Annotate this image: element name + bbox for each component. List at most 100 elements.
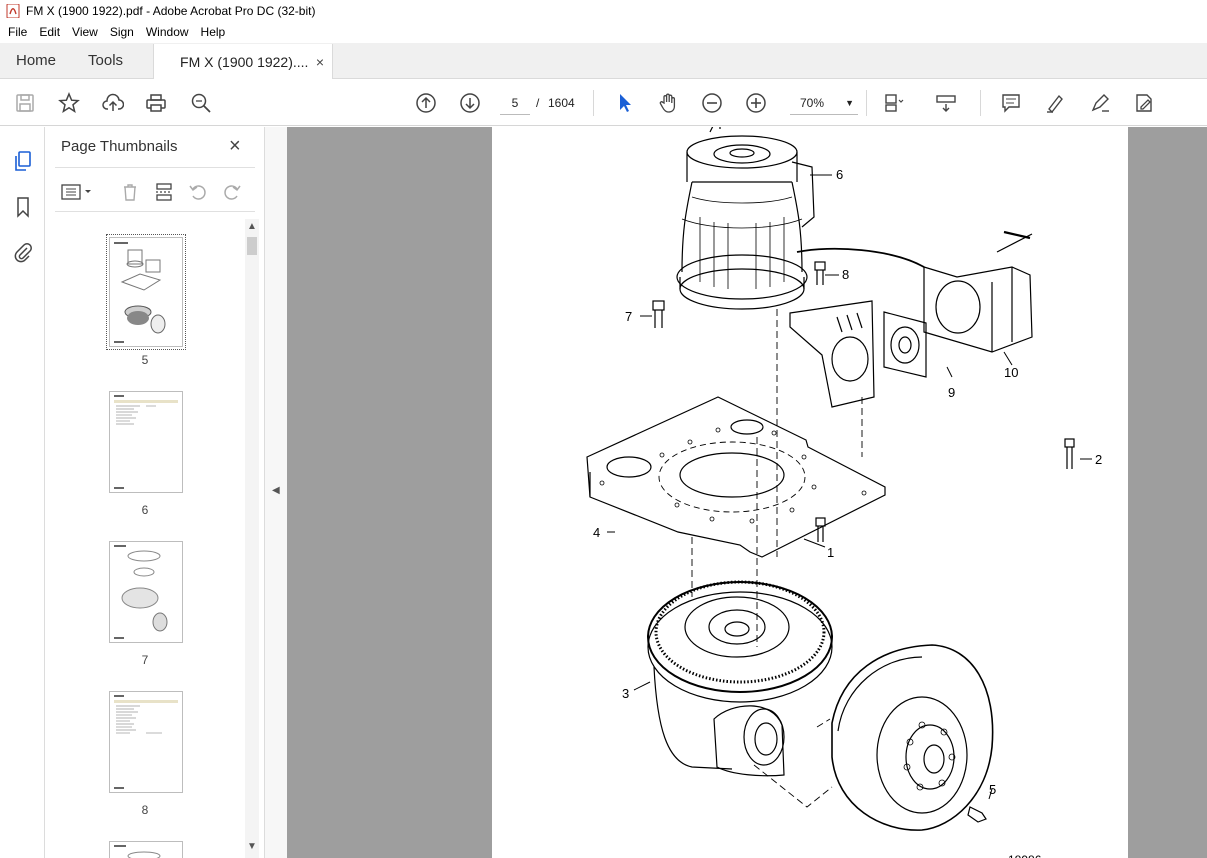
page-preview — [114, 242, 166, 343]
thumbnail-page-8[interactable] — [109, 691, 183, 793]
hand-tool-button[interactable] — [655, 90, 681, 116]
edit-document-icon — [1136, 94, 1152, 112]
thumbnails-panel: Page Thumbnails × 5 6 7 8 — [45, 127, 265, 858]
acrobat-icon — [6, 4, 20, 18]
list-options-icon — [61, 184, 91, 200]
zoom-search-button[interactable] — [188, 90, 214, 116]
rotate-right-button[interactable] — [219, 179, 245, 205]
attachments-toggle[interactable] — [11, 240, 35, 264]
bookmark-star-button[interactable] — [56, 90, 82, 116]
page-separator: / — [536, 96, 540, 110]
pen-draw-icon — [1091, 94, 1109, 112]
callout-8: 8 — [842, 267, 849, 282]
page-total: 1604 — [548, 96, 575, 110]
insert-page-icon — [156, 183, 172, 201]
toolbar-divider — [866, 90, 867, 116]
thumbnail-label-8: 8 — [141, 803, 149, 817]
tab-document[interactable]: FM X (1900 1922).... × — [153, 44, 334, 79]
pages-icon — [15, 151, 31, 171]
scrollbar-thumb[interactable] — [247, 237, 257, 255]
bookmark-icon — [17, 197, 29, 218]
panel-collapse-handle[interactable]: ◀ — [265, 127, 287, 858]
rotate-ccw-icon — [189, 185, 206, 200]
callout-5: 5 — [989, 782, 996, 797]
highlighter-pen-icon — [1047, 94, 1063, 114]
rotate-left-button[interactable] — [185, 179, 211, 205]
select-tool-button[interactable] — [611, 90, 637, 116]
thumbnail-options-button[interactable] — [59, 179, 95, 205]
thumbnail-page-7[interactable] — [109, 541, 183, 643]
trash-icon — [124, 184, 136, 201]
thumbnail-list: 5 6 7 8 — [45, 219, 245, 858]
tab-close-button[interactable]: × — [316, 54, 324, 70]
delete-pages-button[interactable] — [117, 179, 143, 205]
previous-page-button[interactable] — [413, 90, 439, 116]
panel-divider — [55, 211, 255, 212]
title-bar: FM X (1900 1922).pdf - Adobe Acrobat Pro… — [0, 0, 1207, 22]
scroll-mode-button[interactable] — [933, 90, 959, 116]
comment-icon — [1002, 94, 1020, 113]
figure-number: 18986 — [1008, 853, 1042, 858]
menu-help[interactable]: Help — [195, 22, 232, 43]
tab-bar: Home Tools FM X (1900 1922).... × — [0, 43, 1207, 79]
upload-cloud-icon — [102, 93, 124, 111]
collapse-left-arrow-icon: ◀ — [272, 485, 280, 496]
hand-icon — [659, 93, 676, 113]
page-number-input[interactable]: 5 — [500, 91, 530, 115]
bookmarks-toggle[interactable] — [11, 195, 35, 219]
toolbar-divider — [980, 90, 981, 116]
exploded-parts-diagram: 6 8 7 2 4 1 9 10 3 5 18986 — [586, 127, 1102, 858]
callout-2: 2 — [1095, 452, 1102, 467]
save-button[interactable] — [12, 90, 38, 116]
panel-divider — [55, 167, 255, 168]
magnifier-icon — [191, 93, 211, 113]
scroll-up-arrow-icon[interactable]: ▲ — [247, 221, 257, 232]
draw-button[interactable] — [1087, 90, 1113, 116]
paperclip-icon — [14, 243, 32, 263]
rotate-cw-icon — [224, 185, 241, 200]
tab-home[interactable]: Home — [0, 43, 72, 78]
thumbnail-page-5[interactable] — [106, 234, 186, 350]
document-viewer[interactable]: 6 8 7 2 4 1 9 10 3 5 18986 — [287, 127, 1207, 858]
chevron-down-icon: ▼ — [845, 98, 854, 108]
panel-close-button[interactable]: × — [229, 135, 241, 158]
menu-file[interactable]: File — [2, 22, 33, 43]
fill-sign-button[interactable] — [1131, 90, 1157, 116]
toolbar-divider — [593, 90, 594, 116]
scroll-down-arrow-icon[interactable]: ▼ — [247, 841, 257, 852]
page-thumbnails-toggle[interactable] — [11, 149, 35, 173]
fit-page-icon — [885, 94, 904, 112]
arrow-up-circle-icon — [416, 93, 436, 113]
zoom-level-value: 70% — [800, 96, 825, 110]
comment-button[interactable] — [998, 90, 1024, 116]
thumbnail-page-9[interactable] — [109, 841, 183, 858]
callout-6: 6 — [836, 167, 843, 182]
print-button[interactable] — [143, 90, 169, 116]
zoom-out-button[interactable] — [699, 90, 725, 116]
zoom-in-button[interactable] — [743, 90, 769, 116]
menu-view[interactable]: View — [66, 22, 104, 43]
zoom-level-select[interactable]: 70% ▼ — [790, 91, 858, 115]
page-preview — [114, 845, 161, 858]
tab-tools[interactable]: Tools — [72, 43, 139, 78]
plus-circle-icon — [746, 93, 766, 113]
callout-9: 9 — [948, 385, 955, 400]
insert-pages-button[interactable] — [151, 179, 177, 205]
panel-title: Page Thumbnails — [61, 138, 178, 155]
menu-edit[interactable]: Edit — [33, 22, 66, 43]
menu-window[interactable]: Window — [140, 22, 195, 43]
page-preview — [114, 545, 168, 639]
arrow-down-circle-icon — [460, 93, 480, 113]
thumbnail-page-6[interactable] — [109, 391, 183, 493]
callout-3: 3 — [622, 686, 629, 701]
fit-page-button[interactable] — [880, 90, 906, 116]
thumbnail-label-7: 7 — [141, 653, 149, 667]
pdf-page: 6 8 7 2 4 1 9 10 3 5 18986 — [492, 127, 1128, 858]
next-page-button[interactable] — [457, 90, 483, 116]
thumbnail-scrollbar[interactable]: ▲ ▼ — [245, 219, 259, 858]
minus-circle-icon — [702, 93, 722, 113]
menu-sign[interactable]: Sign — [104, 22, 140, 43]
highlight-button[interactable] — [1042, 90, 1068, 116]
share-button[interactable] — [100, 90, 126, 116]
left-navigation-rail — [0, 127, 45, 858]
